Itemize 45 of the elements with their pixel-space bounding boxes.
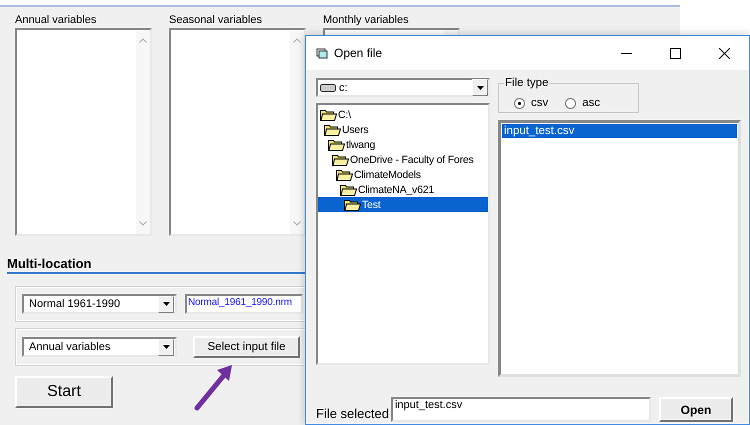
folder-icon: [344, 198, 361, 210]
folder-icon: [340, 184, 357, 196]
folder-item[interactable]: tlwang: [318, 137, 488, 152]
maximize-icon[interactable]: [670, 48, 681, 58]
scroll-down-icon: [139, 221, 147, 226]
scroll-up-icon: [139, 38, 147, 43]
list-label: Monthly variables: [323, 14, 410, 26]
file-type-radio[interactable]: csv: [514, 97, 548, 109]
window-icon: [316, 48, 328, 58]
close-icon[interactable]: [719, 48, 730, 58]
list-box[interactable]: [15, 28, 152, 236]
group-label: File type: [504, 77, 550, 89]
scroll-down-icon: [293, 221, 301, 226]
open-button[interactable]: Open: [658, 397, 733, 422]
drive-dropdown[interactable]: c:: [316, 78, 490, 97]
period-dropdown[interactable]: Normal 1961-1990: [22, 294, 177, 314]
folder-icon: [324, 124, 341, 136]
scroll-up-icon: [293, 38, 301, 43]
folder-icon: [336, 168, 353, 180]
list-label: Seasonal variables: [169, 14, 263, 26]
folder-icon: [320, 108, 337, 120]
folder-item[interactable]: Test: [318, 197, 488, 212]
window-title: Open file: [334, 46, 384, 60]
folder-item[interactable]: ClimateModels: [318, 167, 488, 182]
list-box[interactable]: [169, 28, 306, 236]
select-input-file-button[interactable]: Select input file: [193, 336, 300, 358]
variables-dropdown[interactable]: Annual variables: [22, 337, 177, 357]
file-selected-field[interactable]: input_test.csv: [390, 397, 651, 422]
dropdown-arrow-icon: [162, 302, 170, 306]
folder-item[interactable]: Users: [318, 122, 488, 137]
folder-icon: [332, 154, 349, 166]
drive-icon: [320, 84, 336, 92]
file-selected-label: File selected: [316, 406, 389, 420]
normal-file-field[interactable]: Normal_1961_1990.nrm: [185, 294, 303, 314]
pointer-arrow: [193, 364, 235, 412]
folder-item[interactable]: ClimateNA_v621: [318, 182, 488, 197]
list-label: Annual variables: [15, 14, 98, 26]
file-item[interactable]: input_test.csv: [502, 124, 737, 138]
start-button[interactable]: Start: [15, 376, 113, 408]
dropdown-arrow-icon: [476, 86, 484, 90]
dropdown-arrow-icon: [162, 345, 170, 349]
folder-item[interactable]: C:\: [318, 107, 488, 122]
folder-item[interactable]: OneDrive - Faculty of Fores: [318, 152, 488, 167]
file-type-radio[interactable]: asc: [565, 97, 600, 109]
folder-icon: [328, 138, 345, 150]
